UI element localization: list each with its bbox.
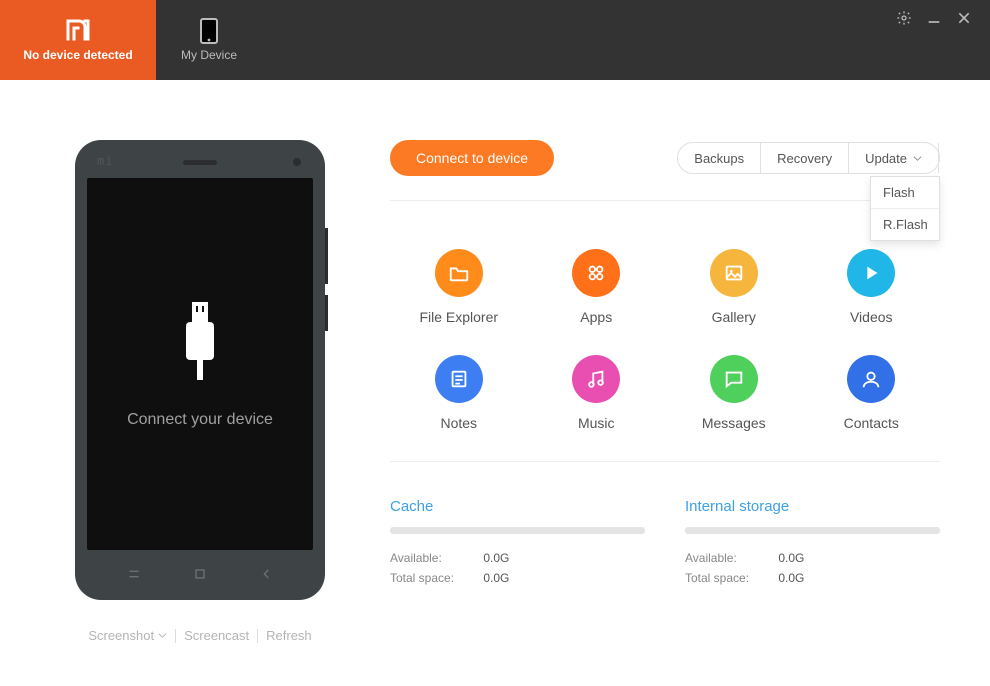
total-label: Total space: xyxy=(390,568,480,588)
phone-side-button-2 xyxy=(325,295,328,331)
dropdown-option-rflash[interactable]: R.Flash xyxy=(871,209,939,240)
storage-cache-info: Available: 0.0G Total space: 0.0G xyxy=(390,548,645,589)
tile-file-explorer[interactable]: File Explorer xyxy=(390,249,528,325)
feature-tiles: File Explorer Apps Gallery Videos xyxy=(390,249,940,462)
phone-message: Connect your device xyxy=(127,411,273,429)
tile-label: Videos xyxy=(850,309,893,325)
tile-messages[interactable]: Messages xyxy=(665,355,803,431)
tile-notes[interactable]: Notes xyxy=(390,355,528,431)
available-value: 0.0G xyxy=(778,548,838,568)
tab-my-device[interactable]: My Device xyxy=(156,0,262,80)
tile-contacts[interactable]: Contacts xyxy=(803,355,941,431)
screencast-label: Screencast xyxy=(184,628,249,643)
tile-label: File Explorer xyxy=(419,309,498,325)
separator xyxy=(257,629,258,643)
tile-label: Contacts xyxy=(844,415,899,431)
tile-label: Music xyxy=(578,415,615,431)
tile-apps[interactable]: Apps xyxy=(528,249,666,325)
tile-label: Gallery xyxy=(712,309,756,325)
storage-internal-title: Internal storage xyxy=(685,498,940,515)
folder-icon xyxy=(435,249,483,297)
chevron-down-icon xyxy=(158,631,167,640)
tile-label: Messages xyxy=(702,415,766,431)
minimize-icon[interactable] xyxy=(926,10,942,26)
phone-nav-bar xyxy=(75,566,325,582)
gallery-icon xyxy=(710,249,758,297)
storage-internal: Internal storage Available: 0.0G Total s… xyxy=(685,498,940,589)
available-value: 0.0G xyxy=(483,548,543,568)
update-dropdown: Flash R.Flash xyxy=(870,176,940,241)
recovery-label: Recovery xyxy=(777,151,832,166)
separator xyxy=(175,629,176,643)
mi-logo-icon xyxy=(66,18,90,42)
available-label: Available: xyxy=(390,548,480,568)
update-button[interactable]: Update xyxy=(849,143,939,173)
total-label: Total space: xyxy=(685,568,775,588)
screenshot-button[interactable]: Screenshot xyxy=(88,628,167,643)
messages-icon xyxy=(710,355,758,403)
gear-icon[interactable] xyxy=(896,10,912,26)
usb-plug-icon xyxy=(176,300,224,385)
phone-side-button-1 xyxy=(325,228,328,284)
music-icon xyxy=(572,355,620,403)
phone-speaker xyxy=(183,160,217,165)
phone-brand: mi xyxy=(97,154,113,168)
close-icon[interactable] xyxy=(956,10,972,26)
refresh-label: Refresh xyxy=(266,628,312,643)
phone-icon xyxy=(200,18,218,44)
chevron-down-icon xyxy=(913,154,922,163)
backups-button[interactable]: Backups xyxy=(678,143,761,173)
total-value: 0.0G xyxy=(778,568,838,588)
recovery-button[interactable]: Recovery xyxy=(761,143,849,173)
storage-internal-info: Available: 0.0G Total space: 0.0G xyxy=(685,548,940,589)
screencast-button[interactable]: Screencast xyxy=(184,628,249,643)
available-label: Available: xyxy=(685,548,775,568)
dropdown-option-flash[interactable]: Flash xyxy=(871,177,939,209)
tab-device-label: My Device xyxy=(181,48,237,62)
action-pill-group: Backups Recovery Update Flash R.Flash xyxy=(677,142,940,174)
tab-home-subtitle: No device detected xyxy=(23,48,132,62)
phone-mockup: mi Connect your device xyxy=(75,140,325,600)
titlebar: No device detected My Device xyxy=(0,0,990,80)
nav-home-icon xyxy=(192,566,208,582)
storage-cache-bar xyxy=(390,527,645,534)
tile-videos[interactable]: Videos xyxy=(803,249,941,325)
nav-back-icon xyxy=(259,566,275,582)
apps-icon xyxy=(572,249,620,297)
update-label: Update xyxy=(865,151,907,166)
toolbar: Connect to device Backups Recovery Updat… xyxy=(390,140,940,201)
preview-actions: Screenshot Screencast Refresh xyxy=(88,628,311,643)
notes-icon xyxy=(435,355,483,403)
phone-screen: Connect your device xyxy=(87,178,313,550)
nav-menu-icon xyxy=(126,566,142,582)
tile-music[interactable]: Music xyxy=(528,355,666,431)
phone-preview-panel: mi Connect your device xyxy=(50,140,350,646)
tile-label: Apps xyxy=(580,309,612,325)
total-value: 0.0G xyxy=(483,568,543,588)
tile-gallery[interactable]: Gallery xyxy=(665,249,803,325)
phone-camera xyxy=(293,158,301,166)
storage-internal-bar xyxy=(685,527,940,534)
tab-home[interactable]: No device detected xyxy=(0,0,156,80)
screenshot-label: Screenshot xyxy=(88,628,154,643)
content: mi Connect your device xyxy=(0,80,990,686)
storage-section: Cache Available: 0.0G Total space: 0.0G … xyxy=(390,498,940,589)
titlebar-spacer xyxy=(262,0,896,80)
storage-cache: Cache Available: 0.0G Total space: 0.0G xyxy=(390,498,645,589)
refresh-button[interactable]: Refresh xyxy=(266,628,312,643)
tile-label: Notes xyxy=(440,415,477,431)
backups-label: Backups xyxy=(694,151,744,166)
window-controls xyxy=(896,0,990,80)
main-panel: Connect to device Backups Recovery Updat… xyxy=(350,140,940,646)
connect-button[interactable]: Connect to device xyxy=(390,140,554,176)
storage-cache-title: Cache xyxy=(390,498,645,515)
contacts-icon xyxy=(847,355,895,403)
play-icon xyxy=(847,249,895,297)
